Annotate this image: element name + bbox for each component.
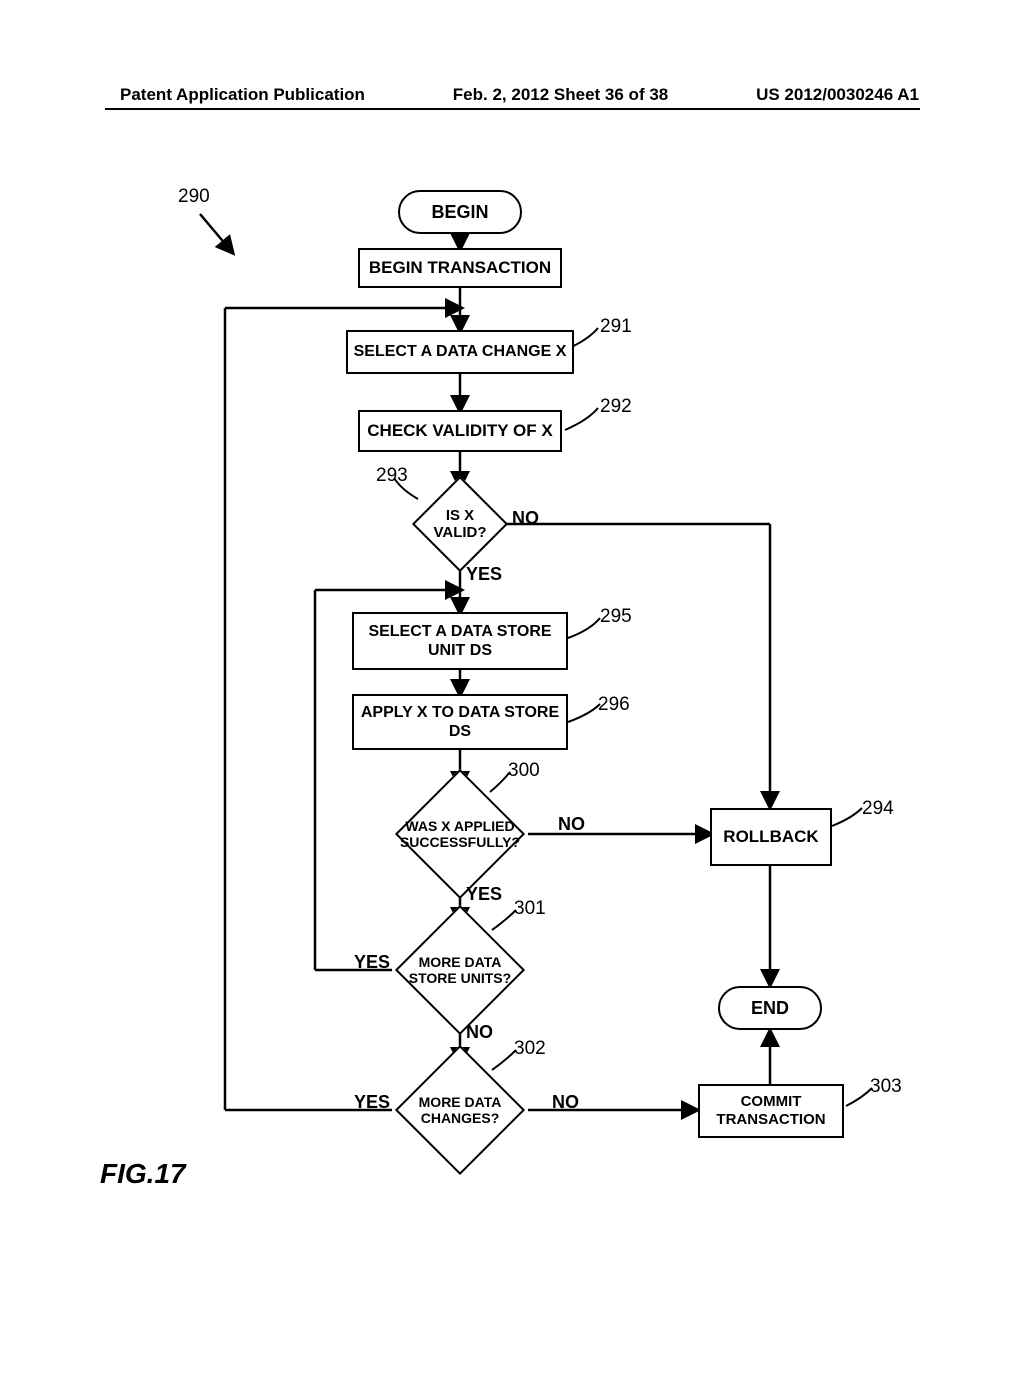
rollback-text: ROLLBACK [723, 827, 818, 847]
ref-295: 295 [600, 606, 632, 628]
ref-303: 303 [870, 1076, 902, 1098]
ref-293: 293 [376, 465, 408, 487]
header-center: Feb. 2, 2012 Sheet 36 of 38 [453, 85, 668, 105]
node-apply: APPLY X TO DATA STORE DS [352, 694, 568, 750]
node-begin: BEGIN [398, 190, 522, 234]
header-rule [105, 108, 920, 110]
header-right: US 2012/0030246 A1 [756, 85, 919, 105]
edge-isvalid-no: NO [512, 508, 539, 529]
end-text: END [751, 998, 789, 1019]
applied-ok-text: WAS X APPLIED SUCCESSFULLY? [400, 818, 520, 850]
edge-morech-yes: YES [354, 1092, 390, 1113]
flowchart: 290 BEGIN BEGIN TRANSACTION SELECT A DAT… [0, 190, 1024, 1190]
figure-label: FIG.17 [100, 1158, 186, 1190]
node-more-ds: MORE DATA STORE UNITS? [414, 924, 506, 1016]
ref-300: 300 [508, 760, 540, 782]
edge-applied-no: NO [558, 814, 585, 835]
node-is-valid: IS X VALID? [426, 490, 494, 558]
check-validity-text: CHECK VALIDITY OF X [367, 421, 552, 441]
apply-text: APPLY X TO DATA STORE DS [361, 703, 559, 741]
node-check-validity: CHECK VALIDITY OF X [358, 410, 562, 452]
node-begin-tx: BEGIN TRANSACTION [358, 248, 562, 288]
ref-296: 296 [598, 694, 630, 716]
ref-291: 291 [600, 316, 632, 338]
edge-applied-yes: YES [466, 884, 502, 905]
edge-isvalid-yes: YES [466, 564, 502, 585]
node-end: END [718, 986, 822, 1030]
commit-text: COMMIT TRANSACTION [716, 1093, 825, 1129]
edge-moreds-yes: YES [354, 952, 390, 973]
edge-moreds-no: NO [466, 1022, 493, 1043]
node-more-changes: MORE DATA CHANGES? [414, 1064, 506, 1156]
node-commit: COMMIT TRANSACTION [698, 1084, 844, 1138]
header-left: Patent Application Publication [120, 85, 365, 105]
node-select-ds: SELECT A DATA STORE UNIT DS [352, 612, 568, 670]
is-valid-text: IS X VALID? [433, 507, 486, 541]
more-ds-text: MORE DATA STORE UNITS? [409, 954, 511, 986]
ref-302: 302 [514, 1038, 546, 1060]
select-change-text: SELECT A DATA CHANGE X [354, 342, 567, 361]
more-changes-text: MORE DATA CHANGES? [419, 1094, 502, 1126]
node-applied-ok: WAS X APPLIED SUCCESSFULLY? [414, 788, 506, 880]
edge-morech-no: NO [552, 1092, 579, 1113]
begin-tx-text: BEGIN TRANSACTION [369, 258, 551, 278]
node-select-change: SELECT A DATA CHANGE X [346, 330, 574, 374]
ref-292: 292 [600, 396, 632, 418]
ref-301: 301 [514, 898, 546, 920]
begin-text: BEGIN [431, 202, 488, 223]
ref-294: 294 [862, 798, 894, 820]
select-ds-text: SELECT A DATA STORE UNIT DS [368, 622, 551, 660]
ref-flowchart: 290 [178, 186, 210, 208]
node-rollback: ROLLBACK [710, 808, 832, 866]
